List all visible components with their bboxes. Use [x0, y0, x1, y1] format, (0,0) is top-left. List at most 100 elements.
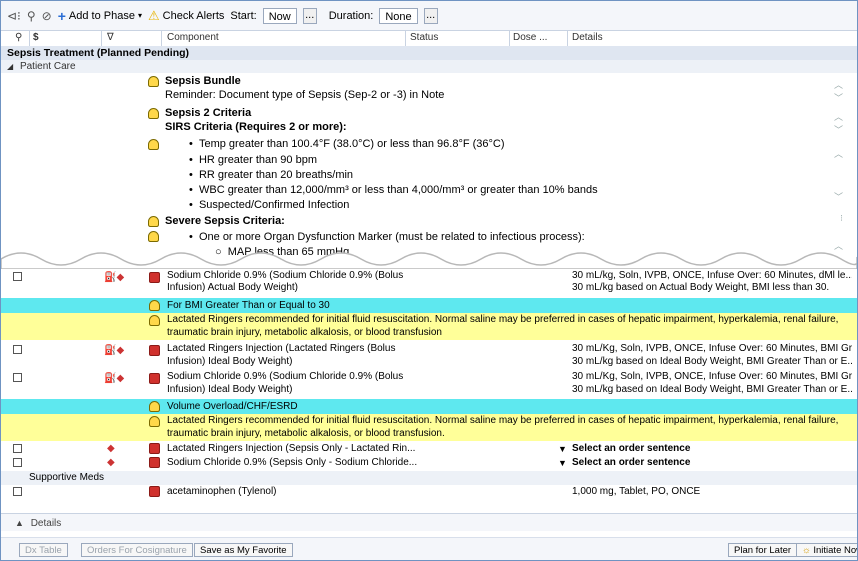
patient-care-section[interactable]: ◢ Patient Care	[1, 60, 857, 73]
order-sentence-select[interactable]: Select an order sentence	[572, 443, 690, 454]
note-icon	[149, 315, 160, 326]
dx-table-button[interactable]: Dx Table	[19, 543, 68, 557]
order-component[interactable]: Sodium Chloride 0.9% (Sepsis Only - Sodi…	[167, 457, 417, 469]
scroll-up-icon[interactable]: ︿	[834, 147, 843, 160]
start-label: Start:	[230, 9, 257, 22]
sirs-title: SIRS Criteria (Requires 2 or more):	[165, 121, 347, 133]
order-details[interactable]: 30 mL/kg, Soln, IVPB, ONCE, Infuse Over:…	[572, 270, 852, 282]
link-column-icon[interactable]: ⚲	[15, 32, 22, 43]
row-checkbox[interactable]	[13, 458, 22, 467]
note-icon	[148, 216, 159, 227]
order-row[interactable]: ◆ Sodium Chloride 0.9% (Sepsis Only - So…	[1, 456, 857, 470]
order-component[interactable]: acetaminophen (Tylenol)	[167, 486, 277, 498]
duration-input[interactable]: None	[379, 7, 418, 24]
component-column[interactable]: Component	[167, 32, 219, 43]
note-icon	[149, 416, 160, 427]
supportive-meds-section[interactable]: Supportive Meds	[1, 471, 857, 485]
order-details[interactable]: 30 mL/Kg, Soln, IVPB, ONCE, Infuse Over:…	[572, 371, 852, 383]
order-row[interactable]: ⛽◆ Sodium Chloride 0.9% (Sodium Chloride…	[1, 370, 857, 398]
add-to-phase-button[interactable]: + Add to Phase ▾	[58, 8, 142, 24]
medication-icon	[149, 373, 160, 384]
order-component[interactable]: Lactated Ringers Injection (Sepsis Only …	[167, 443, 415, 455]
order-row[interactable]: acetaminophen (Tylenol) 1,000 mg, Tablet…	[1, 485, 857, 499]
details-bar[interactable]: ▲ Details	[1, 513, 857, 531]
cancel-icon[interactable]: ⊘	[42, 10, 52, 22]
duration-picker-button[interactable]: ...	[423, 7, 438, 24]
details-label: Details	[30, 518, 62, 529]
order-type-icon: ⛽◆	[104, 272, 125, 283]
bundle-title: Sepsis Bundle	[165, 75, 241, 87]
bmi-header-row: For BMI Greater Than or Equal to 30	[1, 298, 857, 313]
note-icon	[148, 76, 159, 87]
order-type-icon: ⛽◆	[104, 373, 125, 384]
status-column[interactable]: Status	[410, 32, 438, 43]
plan-later-button[interactable]: Plan for Later	[728, 543, 798, 557]
footer: Dx Table Orders For Cosignature Save as …	[1, 537, 857, 560]
order-component[interactable]: Sodium Chloride 0.9% (Sodium Chloride 0.…	[167, 371, 403, 383]
row-checkbox[interactable]	[13, 345, 22, 354]
note-text-line2: traumatic brain injury, metabolic alkalo…	[167, 327, 442, 338]
collapse-icon[interactable]: ⊲⁝	[7, 10, 21, 22]
order-plan-window: ⊲⁝ ⚲ ⊘ + Add to Phase ▾ ⚠ Check Alerts S…	[0, 0, 858, 561]
order-component-line2: Infusion) Ideal Body Weight)	[167, 384, 293, 395]
notes-area: Sepsis Bundle Reminder: Document type of…	[1, 73, 857, 259]
scroll-up-icon[interactable]: ︿	[834, 110, 843, 123]
bullet-item: • One or more Organ Dysfunction Marker (…	[189, 231, 585, 243]
bundle-reminder: Reminder: Document type of Sepsis (Sep-2…	[165, 89, 445, 101]
check-alerts-button[interactable]: ⚠ Check Alerts	[148, 8, 224, 24]
initiate-now-button[interactable]: ☼ Initiate Now	[796, 543, 857, 557]
bullet-item: • RR greater than 20 breaths/min	[189, 169, 354, 181]
medication-icon	[149, 457, 160, 468]
collapse-triangle-icon[interactable]: ◢	[7, 62, 13, 71]
order-row[interactable]: ⛽◆ Lactated Ringers Injection (Lactated …	[1, 342, 857, 370]
bullet-item: • Suspected/Confirmed Infection	[189, 199, 350, 211]
add-to-phase-label: Add to Phase	[68, 9, 135, 22]
order-details[interactable]: 1,000 mg, Tablet, PO, ONCE	[572, 486, 852, 498]
row-checkbox[interactable]	[13, 487, 22, 496]
column-header: ⚲ $ ∇ Component Status Dose ... Details	[1, 31, 857, 47]
scroll-icon[interactable]: ⁝	[840, 213, 843, 224]
note-icon	[149, 401, 160, 412]
order-row[interactable]: ◆ Lactated Ringers Injection (Sepsis Onl…	[1, 442, 857, 456]
plus-icon: +	[57, 7, 66, 24]
torn-edge-separator	[1, 252, 857, 269]
dose-column[interactable]: Dose ...	[513, 32, 547, 43]
order-details-line2: 30 mL/kg based on Ideal Body Weight, BMI…	[572, 384, 852, 395]
row-checkbox[interactable]	[13, 373, 22, 382]
start-picker-button[interactable]: ...	[302, 7, 317, 24]
row-checkbox[interactable]	[13, 272, 22, 281]
order-component[interactable]: Sodium Chloride 0.9% (Sodium Chloride 0.…	[167, 270, 403, 282]
row-checkbox[interactable]	[13, 444, 22, 453]
link-icon[interactable]: ⚲	[27, 10, 36, 22]
note-icon	[148, 139, 159, 150]
bullet-item: • WBC greater than 12,000/mm³ or less th…	[189, 184, 598, 196]
warning-icon: ⚠	[148, 7, 160, 23]
orders-cosign-button[interactable]: Orders For Cosignature	[81, 543, 193, 557]
bmi-label: For BMI Greater Than or Equal to 30	[167, 300, 330, 311]
check-alerts-label: Check Alerts	[162, 9, 225, 22]
initiate-now-label: Initiate Now	[813, 545, 857, 556]
order-type-icon: ◆	[107, 443, 115, 454]
start-input[interactable]: Now	[262, 7, 297, 24]
scroll-down-icon[interactable]: ﹀	[834, 123, 843, 136]
order-component[interactable]: Lactated Ringers Injection (Lactated Rin…	[167, 343, 395, 355]
order-sentence-select[interactable]: Select an order sentence	[572, 457, 690, 468]
order-details[interactable]: 30 mL/Kg, Soln, IVPB, ONCE, Infuse Over:…	[572, 343, 852, 355]
scroll-up-icon[interactable]: ︿	[834, 78, 843, 91]
details-column[interactable]: Details	[572, 32, 603, 43]
dropdown-arrow-icon[interactable]: ▼	[558, 444, 567, 454]
filter-icon[interactable]: ∇	[107, 32, 114, 43]
save-favorite-button[interactable]: Save as My Favorite	[194, 543, 293, 557]
dropdown-arrow-icon[interactable]: ▼	[558, 458, 567, 468]
scroll-down-icon[interactable]: ﹀	[834, 190, 843, 203]
order-type-icon: ◆	[107, 457, 115, 468]
order-details-line2: 30 mL/kg based on Ideal Body Weight, BMI…	[572, 356, 852, 367]
lightbulb-icon: ☼	[802, 545, 811, 556]
duration-label: Duration:	[328, 9, 374, 22]
note-text: Lactated Ringers recommended for initial…	[167, 415, 839, 426]
dollar-column[interactable]: $	[33, 32, 39, 43]
order-row[interactable]: ⛽◆ Sodium Chloride 0.9% (Sodium Chloride…	[1, 269, 857, 295]
order-component-line2: Infusion) Actual Body Weight)	[167, 282, 298, 293]
scroll-down-icon[interactable]: ﹀	[834, 91, 843, 104]
expand-icon[interactable]: ▲	[15, 518, 24, 528]
